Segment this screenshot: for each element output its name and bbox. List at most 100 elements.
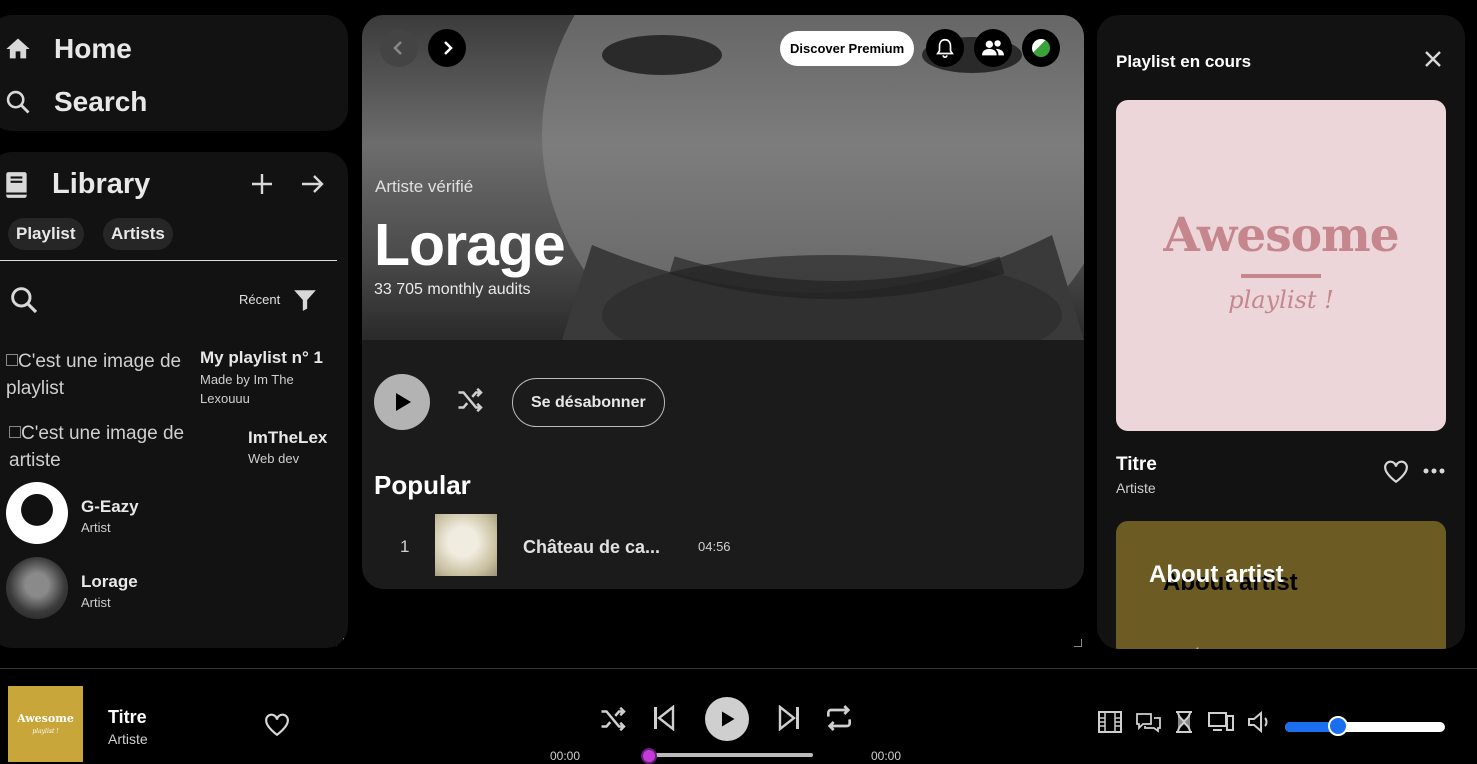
about-artist-title: About artist (1149, 561, 1284, 588)
nav-home[interactable]: Home (4, 33, 132, 65)
avatar (6, 557, 68, 619)
volume-icon[interactable] (1247, 710, 1273, 734)
verified-label: Artiste vérifié (375, 177, 474, 196)
item-title: G-Eazy (81, 497, 139, 516)
library-item-artist[interactable]: Lorage Artist (6, 557, 336, 623)
play-icon (396, 393, 411, 411)
sort-label[interactable]: Récent (239, 292, 280, 307)
users-icon (982, 40, 1004, 56)
home-icon (4, 35, 32, 63)
resize-handle[interactable] (336, 638, 344, 646)
artist-image: C'est une image de artiste (9, 423, 185, 470)
more-icon[interactable] (1423, 467, 1445, 475)
item-subtitle: Made by Im The Lexouuu (200, 372, 294, 406)
broken-image-icon (9, 426, 21, 438)
player-track-artist: Artiste (108, 731, 148, 747)
track-title: Château de ca... (523, 537, 661, 557)
artist-name: Lorage (374, 212, 566, 278)
library-title: Library (52, 168, 151, 200)
item-title: ImTheLex (248, 428, 328, 447)
now-playing-artist: Artiste (1116, 480, 1156, 496)
filter-icon[interactable] (292, 287, 318, 313)
arrow-right-icon[interactable] (300, 172, 326, 196)
track-number: 1 (400, 537, 410, 556)
cover-title: Awesome (1163, 208, 1399, 263)
cover-subtitle: playlist ! (1228, 286, 1334, 314)
player-track-title: Titre (108, 707, 147, 727)
monthly-listeners: 33 705 monthly audits (374, 281, 531, 298)
player-cover-title: Awesome (17, 712, 74, 725)
forward-button[interactable] (428, 29, 466, 67)
track-duration: 04:56 (698, 539, 731, 554)
volume-thumb[interactable] (1327, 716, 1348, 736)
notifications-button[interactable] (926, 29, 964, 67)
item-subtitle: Web dev (248, 451, 300, 466)
search-icon (4, 88, 32, 116)
progress-bar[interactable] (648, 753, 813, 757)
progress-thumb[interactable] (641, 748, 657, 764)
shuffle-icon[interactable] (454, 385, 488, 415)
chip-artists[interactable]: Artists (103, 218, 173, 250)
artist-page: Discover Premium Artiste vérifié Lorage … (362, 15, 1084, 589)
repeat-icon[interactable] (822, 702, 856, 734)
heart-icon[interactable] (264, 713, 290, 737)
avatar-icon (1032, 39, 1050, 57)
profile-avatar-button[interactable] (1022, 29, 1060, 67)
item-subtitle: Artist (81, 595, 111, 610)
devices-icon[interactable] (1207, 710, 1235, 734)
player-play-button[interactable] (705, 697, 749, 741)
shuffle-icon[interactable] (597, 704, 631, 734)
nav-home-label: Home (54, 33, 132, 64)
nav-panel: Home Search (0, 15, 348, 131)
player-bar: Awesome playlist ! Titre Artiste 00:00 0… (0, 668, 1477, 764)
bell-icon (936, 38, 954, 58)
now-playing-panel: Playlist en cours Awesome playlist ! Tit… (1097, 15, 1465, 649)
previous-icon[interactable] (652, 705, 676, 731)
nav-search[interactable]: Search (4, 86, 147, 118)
track-cover (435, 514, 497, 576)
chevron-left-icon (393, 41, 402, 55)
unfollow-button[interactable]: Se désabonner (512, 378, 665, 427)
now-playing-track: Titre (1116, 454, 1157, 475)
chevron-right-icon (444, 41, 453, 55)
chip-playlist[interactable]: Playlist (8, 218, 84, 250)
library-panel: Library Playlist Artists Récent C'est un… (0, 152, 348, 648)
image-corner-icon (1196, 647, 1199, 649)
library-divider (0, 260, 337, 261)
item-title: My playlist n° 1 (200, 348, 324, 367)
play-icon (722, 711, 735, 727)
library-item-artist[interactable]: G-Eazy Artist (6, 482, 336, 548)
library-item-artist[interactable]: C'est une image de artiste ImTheLex Web … (6, 420, 336, 472)
item-title: Lorage (81, 572, 138, 591)
now-playing-title: Playlist en cours (1116, 52, 1252, 71)
next-icon[interactable] (777, 705, 801, 731)
volume-slider[interactable] (1285, 722, 1445, 732)
artist-hero: Discover Premium Artiste vérifié Lorage … (362, 15, 1084, 340)
library-item-playlist[interactable]: C'est une image de playlist My playlist … (6, 348, 336, 408)
library-search-icon[interactable] (8, 284, 40, 316)
book-icon (4, 170, 30, 200)
back-button[interactable] (380, 29, 418, 67)
broken-image-icon (6, 354, 18, 366)
library-header[interactable]: Library (4, 168, 150, 201)
plus-icon[interactable] (250, 172, 274, 196)
film-icon[interactable] (1097, 710, 1123, 734)
friends-button[interactable] (974, 29, 1012, 67)
playlist-cover: Awesome playlist ! (1116, 100, 1446, 431)
play-button[interactable] (374, 374, 430, 430)
nav-search-label: Search (54, 86, 148, 117)
popular-title: Popular (374, 470, 471, 500)
chat-icon[interactable] (1134, 710, 1162, 734)
library-actions (250, 172, 326, 196)
close-icon[interactable] (1424, 50, 1442, 68)
discover-premium-button[interactable]: Discover Premium (780, 31, 915, 66)
item-subtitle: Artist (81, 520, 111, 535)
player-cover: Awesome playlist ! (8, 686, 83, 762)
resize-handle[interactable] (1074, 639, 1082, 647)
heart-icon[interactable] (1383, 460, 1409, 484)
hourglass-icon[interactable] (1173, 710, 1195, 734)
playlist-image: C'est une image de playlist (6, 351, 182, 399)
about-artist-card[interactable]: About artist About artist (1116, 521, 1446, 649)
cover-divider (1241, 274, 1321, 278)
player-cover-subtitle: playlist ! (32, 728, 59, 735)
